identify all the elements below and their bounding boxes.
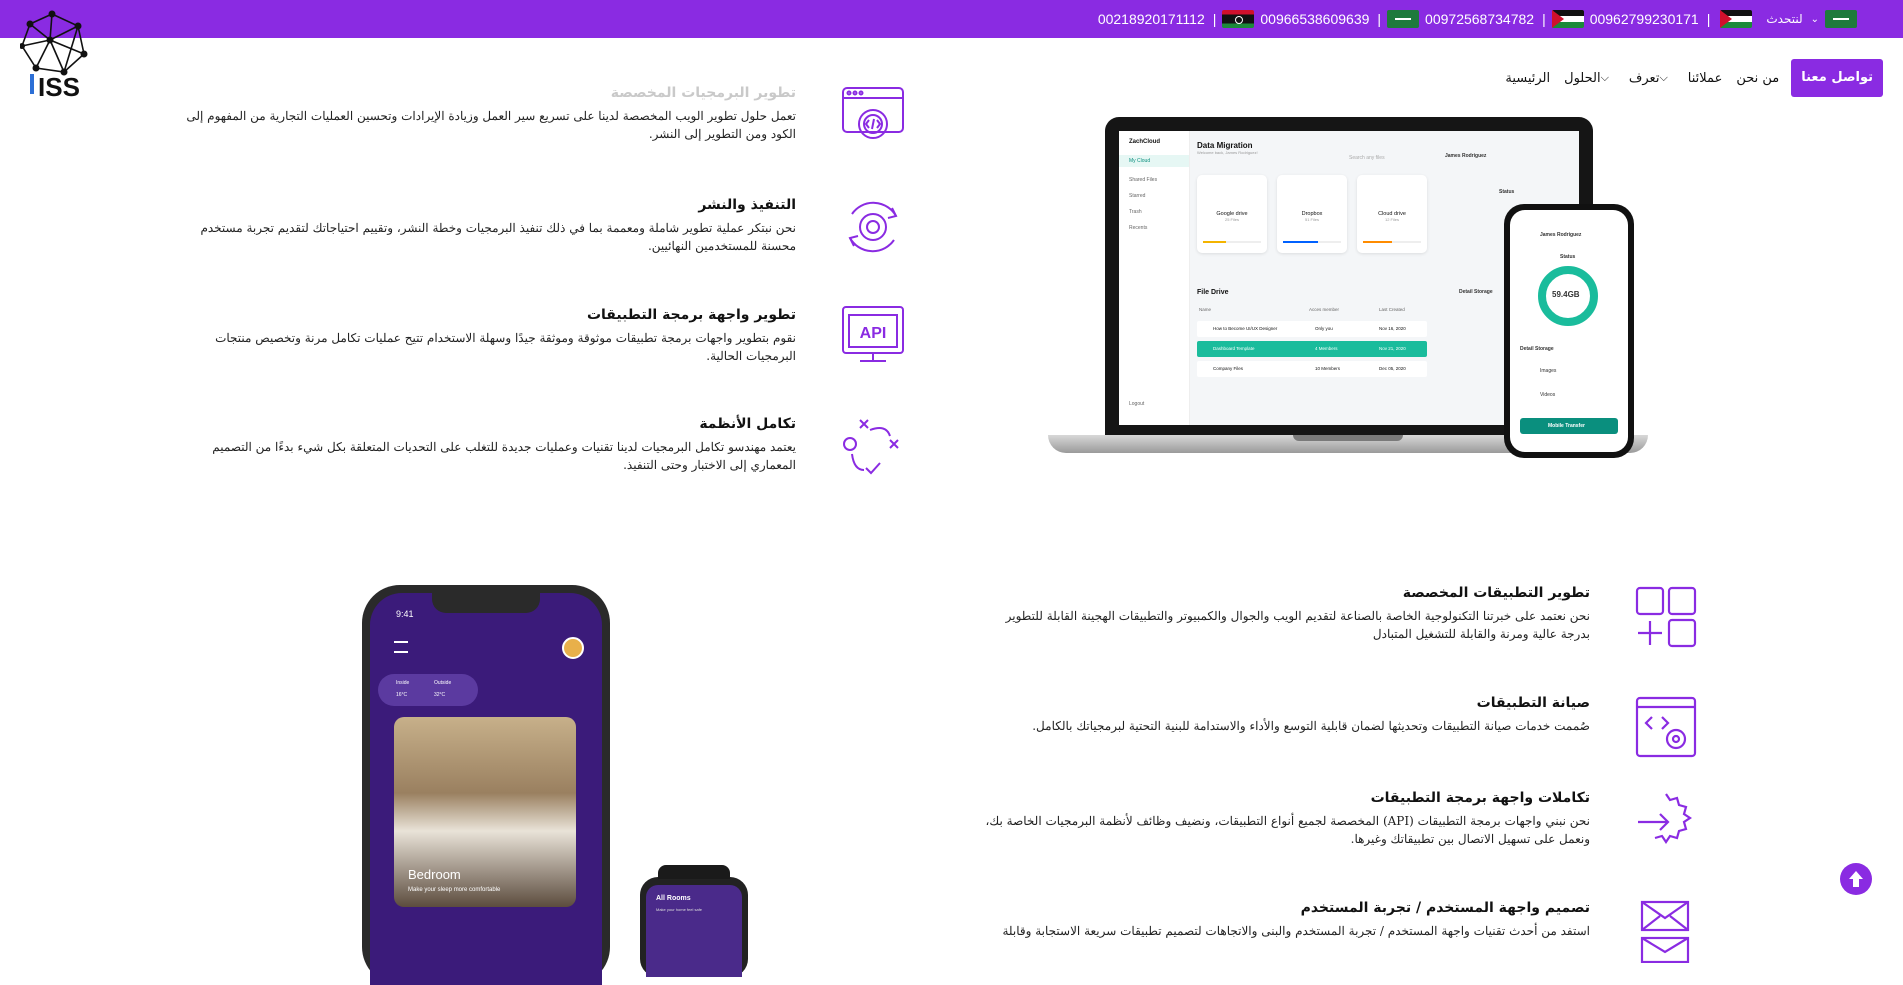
api-monitor-icon: API	[840, 305, 906, 371]
gear-arrow-icon	[1634, 790, 1698, 858]
service-title: تكامل الأنظمة	[699, 416, 796, 432]
svg-text:ISS: ISS	[38, 72, 80, 98]
service-item: صيانة التطبيقات صُممت خدمات صيانة التطبي…	[980, 695, 1590, 735]
site-logo[interactable]: ISS	[19, 10, 90, 102]
top-contact-bar: ⌄ لنتحدث | 00962799230171 | 009725687347…	[0, 0, 1903, 38]
saudi-flag-icon	[1387, 10, 1420, 28]
service-desc: نحن نعتمد على خبرتنا التكنولوجية الخاصة …	[1005, 609, 1590, 641]
jordan-flag-icon	[1720, 10, 1753, 28]
service-title: التنفيذ والنشر	[698, 197, 796, 213]
smart-home-phone-mockup: 9:41 Inside Outside 16°C 32°C Bedroom Ma…	[362, 585, 610, 985]
service-item: تكاملات واجهة برمجة التطبيقات نحن نبني و…	[980, 790, 1591, 848]
phone-palestine[interactable]: 00972568734782	[1425, 11, 1534, 27]
nav-about[interactable]: من نحن	[1736, 71, 1779, 86]
phone-saudi[interactable]: 00966538609639	[1260, 11, 1369, 27]
integration-nodes-icon	[840, 414, 906, 484]
four-squares-plus-icon	[1634, 585, 1698, 653]
service-desc: صُممت خدمات صيانة التطبيقات وتحديثها لضم…	[1032, 719, 1590, 733]
app-sidebar: ZachCloud My Cloud Shared Files Starred …	[1119, 131, 1190, 425]
chevron-down-icon[interactable]: ⌄	[1811, 14, 1819, 25]
service-title: تكاملات واجهة برمجة التطبيقات	[1370, 790, 1590, 806]
table-row: Company Files 10 Members Dec 05, 2020	[1197, 361, 1427, 377]
gear-cycle-icon	[840, 194, 906, 264]
service-item: تصميم واجهة المستخدم / تجربة المستخدم اس…	[980, 900, 1590, 940]
service-title: تطوير واجهة برمجة التطبيقات	[586, 307, 796, 323]
storage-card: Dropbox 51 Files	[1277, 175, 1347, 253]
storage-card: Cloud drive 12 Files	[1357, 175, 1427, 253]
table-row: How to Become UI/UX Designer Only you Nov …	[1197, 321, 1427, 337]
service-title: تطوير البرمجيات المخصصة	[610, 85, 796, 101]
service-desc: نحن نبتكر عملية تطوير شاملة ومعممة بما ف…	[200, 221, 796, 253]
mobile-transfer-button: Mobile Transfer	[1520, 418, 1618, 434]
avatar	[562, 637, 584, 659]
code-window-gear-icon	[1634, 695, 1698, 763]
table-row: Dashboard Template 4 Members Nov 21, 2020	[1197, 341, 1427, 357]
libya-flag-icon	[1222, 10, 1255, 28]
service-desc: نقوم بتطوير واجهات برمجة تطبيقات موثوقة …	[215, 331, 796, 363]
logo-network-icon: ISS	[19, 10, 88, 102]
temperature-pill: Inside Outside 16°C 32°C	[378, 674, 478, 706]
service-item: تطوير البرمجيات المخصصة تعمل حلول تطوير …	[186, 85, 796, 143]
svg-text:API: API	[860, 325, 887, 342]
service-desc: نحن نبني واجهات برمجة التطبيقات (API) ال…	[985, 814, 1591, 846]
service-desc: استفد من أحدث تقنيات واجهة المستخدم / تج…	[1002, 924, 1590, 938]
nav-clients[interactable]: عملائنا	[1688, 71, 1723, 86]
phone-jordan[interactable]: 00962799230171	[1590, 11, 1699, 27]
saudi-flag-icon[interactable]	[1825, 10, 1857, 28]
menu-icon	[394, 641, 408, 653]
service-title: تطوير التطبيقات المخصصة	[1402, 585, 1590, 601]
phone-mockup: James Rodriguez Status 59.4GB Detail Sto…	[1504, 204, 1634, 458]
storage-card: Google drive 25 Files	[1197, 175, 1267, 253]
nav-learn[interactable]: تعرف ⌵	[1629, 71, 1674, 86]
service-desc: تعمل حلول تطوير الويب المخصصة لدينا على …	[186, 109, 796, 141]
service-item: تطوير واجهة برمجة التطبيقات نقوم بتطوير …	[186, 307, 796, 365]
contact-us-button[interactable]: تواصل معنا	[1791, 59, 1883, 97]
scroll-to-top-button[interactable]	[1840, 863, 1872, 895]
service-item: التنفيذ والنشر نحن نبتكر عملية تطوير شام…	[186, 197, 796, 255]
service-item: تطوير التطبيقات المخصصة نحن نعتمد على خب…	[980, 585, 1590, 643]
nav-home[interactable]: الرئيسية	[1505, 71, 1550, 86]
palestine-flag-icon	[1551, 10, 1584, 28]
lets-talk-label[interactable]: لنتحدث	[1766, 12, 1802, 26]
service-item: تكامل الأنظمة يعتمد مهندسو تكامل البرمجي…	[186, 416, 796, 474]
nav-solutions[interactable]: الحلول ⌵	[1564, 71, 1615, 86]
arrow-up-icon	[1849, 871, 1863, 887]
bedroom-image: Bedroom Make your sleep more comfortable	[394, 717, 576, 907]
service-desc: يعتمد مهندسو تكامل البرمجيات لدينا تقنيا…	[212, 440, 796, 472]
chevron-down-icon: ⌵	[1600, 71, 1609, 84]
service-title: صيانة التطبيقات	[1476, 695, 1590, 711]
chevron-down-icon: ⌵	[1659, 71, 1668, 84]
smartwatch-mockup: All Rooms Make your home feel safe	[640, 865, 748, 977]
envelope-stack-icon	[1640, 900, 1690, 967]
phone-libya[interactable]: 00218920171112	[1098, 11, 1205, 27]
main-nav: تواصل معنا من نحن عملائنا تعرف ⌵ الحلول ⌵ …	[1505, 59, 1883, 97]
service-title: تصميم واجهة المستخدم / تجربة المستخدم	[1300, 900, 1590, 916]
code-gear-window-icon	[840, 86, 906, 152]
